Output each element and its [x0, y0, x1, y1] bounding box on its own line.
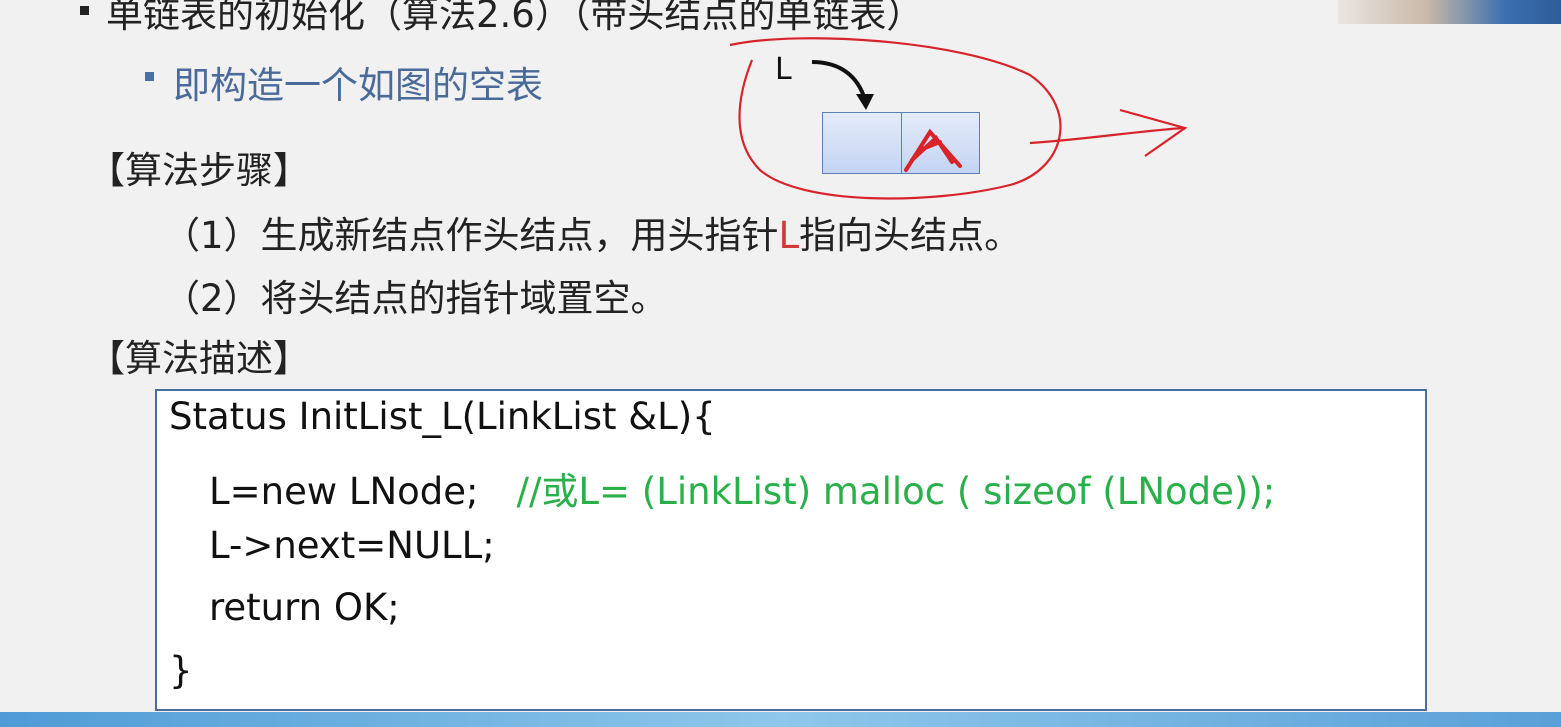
- highlight-ellipse: [729, 37, 1062, 200]
- code-line-5: }: [169, 649, 193, 692]
- code-line-4: return OK;: [209, 586, 400, 629]
- code-line-1: Status InitList_L(LinkList &L){: [169, 395, 716, 438]
- code-line-3: L->next=NULL;: [209, 524, 495, 567]
- code-line-2: L=new LNode; //或L= (LinkList) malloc ( si…: [209, 461, 1275, 515]
- bottom-band: [0, 712, 1561, 727]
- head-pointer-arrowhead: [856, 94, 874, 110]
- code-line-2-statement: L=new LNode;: [209, 470, 479, 513]
- null-pointer-mark: [904, 128, 962, 172]
- code-line-2-comment: //或L= (LinkList) malloc ( sizeof (LNode)…: [516, 470, 1276, 513]
- code-block: Status InitList_L(LinkList &L){ L=new LN…: [155, 389, 1427, 711]
- annotation-arrow-line: [1029, 126, 1184, 145]
